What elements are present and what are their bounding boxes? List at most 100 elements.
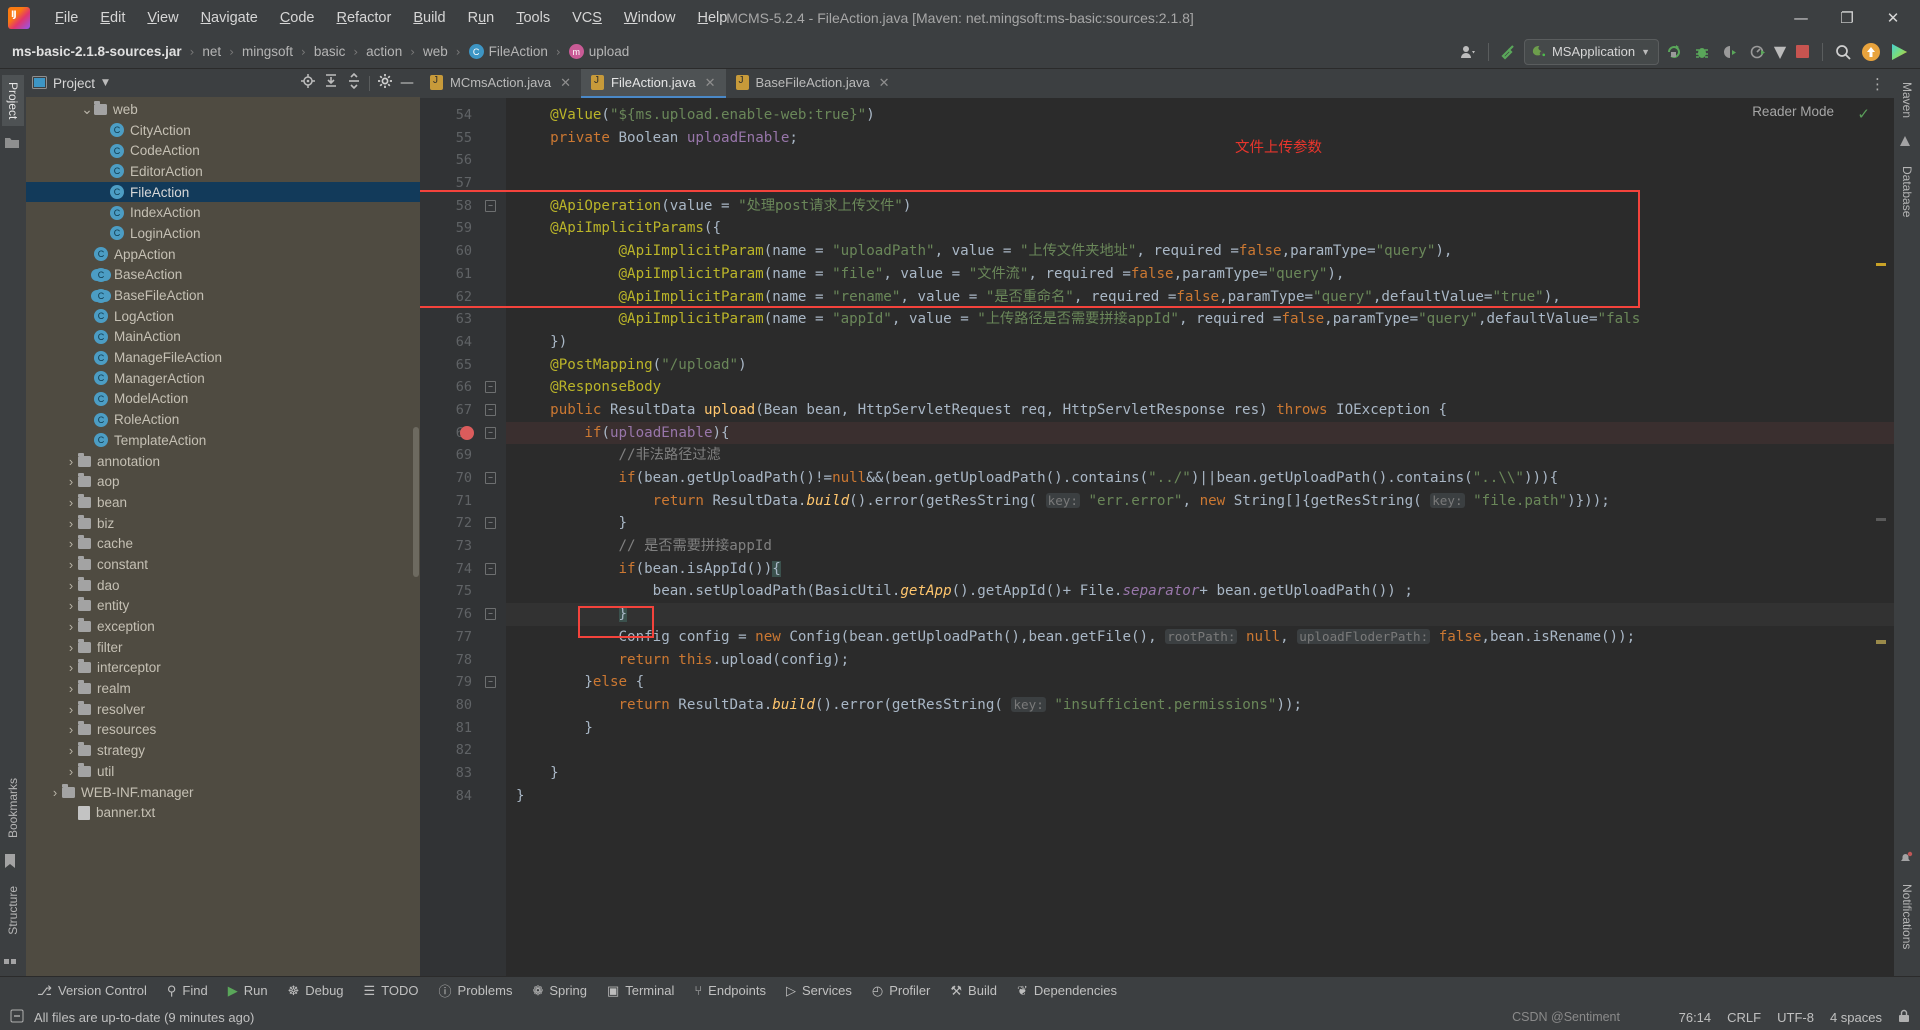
code-line-64[interactable]: }) (506, 331, 1894, 354)
code-line-62[interactable]: @ApiImplicitParam(name = "rename", value… (506, 286, 1894, 309)
code-line-56[interactable] (506, 149, 1894, 172)
tree-item-web[interactable]: ⌄ web (26, 99, 420, 120)
code-line-73[interactable]: // 是否需要拼接appId (506, 535, 1894, 558)
bookmark-icon[interactable] (4, 853, 22, 871)
code-fold-icon[interactable]: − (485, 676, 496, 689)
rerun-icon[interactable] (1661, 39, 1687, 65)
gutter-line-62[interactable]: 62 (420, 286, 506, 309)
code-line-58[interactable]: @ApiOperation(value = "处理post请求上传文件") (506, 195, 1894, 218)
menu-item-vcs[interactable]: VCS (561, 6, 613, 30)
sidebar-tab-maven[interactable]: Maven (1896, 75, 1918, 125)
code-line-80[interactable]: return ResultData.build().error(getResSt… (506, 694, 1894, 717)
structure-icon[interactable] (4, 950, 22, 968)
code-line-78[interactable]: return this.upload(config); (506, 649, 1894, 672)
tool-window-button-dependencies[interactable]: ❦ Dependencies (1008, 980, 1126, 1002)
code-viewport[interactable]: 5455565758−5960616263646566−67−68−6970−7… (420, 98, 1894, 976)
code-line-65[interactable]: @PostMapping("/upload") (506, 354, 1894, 377)
code-line-67[interactable]: public ResultData upload(Bean bean, Http… (506, 399, 1894, 422)
gutter-line-76[interactable]: 76− (420, 603, 506, 626)
chevron-right-icon[interactable]: › (64, 474, 78, 489)
chevron-right-icon[interactable]: › (64, 536, 78, 551)
stripe-marker-change[interactable] (1876, 640, 1886, 644)
code-line-79[interactable]: }else { (506, 671, 1894, 694)
collapse-all-icon[interactable] (346, 72, 362, 93)
gutter-line-82[interactable]: 82 (420, 739, 506, 762)
editor-tab-fileaction-java[interactable]: FileAction.java ✕ (581, 69, 726, 98)
menu-item-refactor[interactable]: Refactor (326, 6, 403, 30)
tool-window-button-find[interactable]: ⚲ Find (158, 980, 217, 1002)
minimize-button[interactable]: — (1778, 1, 1824, 35)
gutter-line-78[interactable]: 78 (420, 649, 506, 672)
menu-item-edit[interactable]: Edit (89, 6, 136, 30)
code-line-81[interactable]: } (506, 717, 1894, 740)
chevron-right-icon[interactable]: › (64, 516, 78, 531)
code-line-57[interactable] (506, 172, 1894, 195)
profiler-dropdown-chevron-down-icon[interactable]: ▼ (1773, 39, 1787, 65)
tree-item-templateaction[interactable]: C TemplateAction (26, 430, 420, 451)
gutter-line-64[interactable]: 64 (420, 331, 506, 354)
close-tab-icon[interactable]: ✕ (560, 75, 571, 91)
gutter-line-68[interactable]: 68− (420, 422, 506, 445)
code-line-55[interactable]: private Boolean uploadEnable; (506, 127, 1894, 150)
project-tree[interactable]: ⌄ web C CityAction C CodeAction C EditorAction C… (26, 97, 420, 976)
chevron-right-icon[interactable]: › (48, 785, 62, 800)
close-tab-icon[interactable]: ✕ (705, 75, 716, 91)
tree-item-bean[interactable]: › bean (26, 492, 420, 513)
breadcrumb-item-upload[interactable]: m upload (567, 44, 632, 59)
locate-file-icon[interactable] (300, 73, 316, 93)
tool-window-button-todo[interactable]: ☰ TODO (355, 980, 428, 1002)
tree-item-dao[interactable]: › dao (26, 575, 420, 596)
tree-item-cityaction[interactable]: C CityAction (26, 120, 420, 141)
code-line-83[interactable]: } (506, 762, 1894, 785)
gutter-line-66[interactable]: 66− (420, 376, 506, 399)
tree-item-entity[interactable]: › entity (26, 596, 420, 617)
sidebar-tab-bookmarks[interactable]: Bookmarks (2, 771, 24, 845)
stripe-marker-caret[interactable] (1876, 518, 1886, 521)
tree-item-logaction[interactable]: C LogAction (26, 306, 420, 327)
gutter-line-61[interactable]: 61 (420, 263, 506, 286)
menu-item-tools[interactable]: Tools (505, 6, 561, 30)
chevron-down-icon[interactable]: ▼ (102, 78, 109, 88)
code-line-68[interactable]: if(uploadEnable){ (506, 421, 1894, 445)
editor-gutter[interactable]: 5455565758−5960616263646566−67−68−6970−7… (420, 98, 506, 976)
sidebar-tab-project[interactable]: Project (2, 75, 24, 127)
file-encoding[interactable]: UTF-8 (1777, 1010, 1814, 1025)
gutter-line-75[interactable]: 75 (420, 580, 506, 603)
update-project-icon[interactable] (1858, 39, 1884, 65)
chevron-right-icon[interactable]: › (64, 743, 78, 758)
gutter-line-84[interactable]: 84 (420, 785, 506, 808)
tree-item-web-inf-manager[interactable]: › WEB-INF.manager (26, 782, 420, 803)
code-line-82[interactable] (506, 739, 1894, 762)
tree-item-strategy[interactable]: › strategy (26, 740, 420, 761)
gutter-line-81[interactable]: 81 (420, 717, 506, 740)
tree-item-modelaction[interactable]: C ModelAction (26, 389, 420, 410)
breadcrumb-item-basic[interactable]: basic (312, 44, 348, 59)
close-button[interactable]: ✕ (1870, 1, 1916, 35)
code-line-71[interactable]: return ResultData.build().error(getResSt… (506, 490, 1894, 513)
code-fold-icon[interactable]: − (485, 381, 496, 394)
tree-item-loginaction[interactable]: C LoginAction (26, 223, 420, 244)
tree-item-exception[interactable]: › exception (26, 616, 420, 637)
tree-item-annotation[interactable]: › annotation (26, 451, 420, 472)
caret-position[interactable]: 76:14 (1679, 1010, 1712, 1025)
chevron-down-icon[interactable]: ⌄ (80, 101, 94, 118)
code-line-77[interactable]: Config config = new Config(bean.getUploa… (506, 626, 1894, 649)
reader-mode-label[interactable]: Reader Mode (1752, 104, 1834, 119)
gutter-line-56[interactable]: 56 (420, 149, 506, 172)
expand-all-icon[interactable] (323, 73, 339, 93)
gutter-line-77[interactable]: 77 (420, 626, 506, 649)
user-account-icon[interactable] (1455, 39, 1481, 65)
breadcrumb-item-mingsoft[interactable]: mingsoft (240, 44, 295, 59)
chevron-right-icon[interactable]: › (64, 640, 78, 655)
code-line-69[interactable]: //非法路径过滤 (506, 444, 1894, 467)
gutter-line-58[interactable]: 58− (420, 195, 506, 218)
sidebar-tab-notifications[interactable]: Notifications (1896, 877, 1918, 956)
tree-item-filter[interactable]: › filter (26, 637, 420, 658)
sidebar-tab-database[interactable]: Database (1896, 159, 1918, 224)
tree-item-appaction[interactable]: C AppAction (26, 244, 420, 265)
tree-item-mainaction[interactable]: C MainAction (26, 327, 420, 348)
code-line-66[interactable]: @ResponseBody (506, 376, 1894, 399)
tree-item-resources[interactable]: › resources (26, 720, 420, 741)
chevron-right-icon[interactable]: › (64, 764, 78, 779)
tree-item-basefileaction[interactable]: C BaseFileAction (26, 285, 420, 306)
